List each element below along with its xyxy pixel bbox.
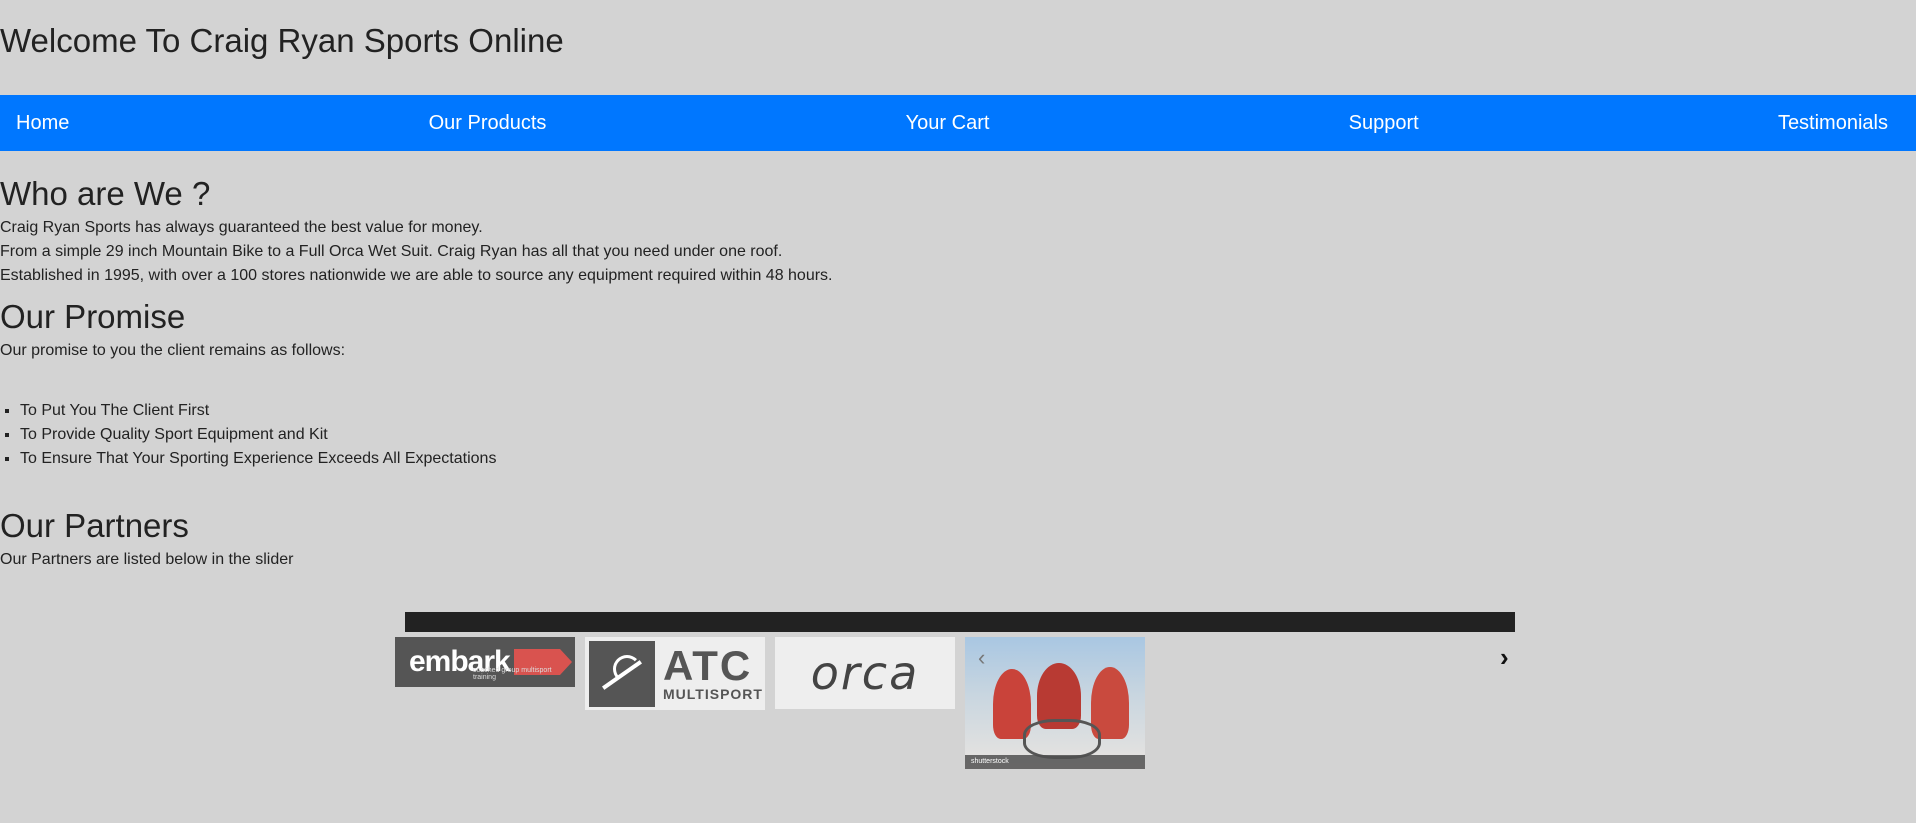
promise-item: To Ensure That Your Sporting Experience …: [20, 447, 1916, 471]
embark-logo-slide[interactable]: embark coached group multisport training: [395, 637, 575, 687]
who-line: From a simple 29 inch Mountain Bike to a…: [0, 243, 783, 260]
atc-logo-text: ATC: [663, 641, 753, 689]
who-line: Established in 1995, with over a 100 sto…: [0, 267, 833, 284]
orca-logo-slide[interactable]: orca: [775, 637, 955, 709]
slider-prev-icon[interactable]: ‹: [978, 645, 985, 671]
nav-your-cart[interactable]: Your Cart: [906, 112, 990, 135]
slider-next-icon[interactable]: ›: [1500, 644, 1509, 670]
promise-item: To Put You The Client First: [20, 399, 1916, 423]
nav-testimonials[interactable]: Testimonials: [1778, 112, 1888, 135]
promise-intro: Our promise to you the client remains as…: [0, 342, 346, 359]
our-partners-section: Our Partners Our Partners are listed bel…: [0, 507, 1916, 572]
partners-heading: Our Partners: [0, 507, 189, 544]
triathlon-photo-slide[interactable]: shutterstock: [965, 637, 1145, 769]
photo-watermark: shutterstock: [965, 755, 1145, 769]
who-line: Craig Ryan Sports has always guaranteed …: [0, 219, 483, 236]
main-content: Who are We ? Craig Ryan Sports has alway…: [0, 175, 1916, 572]
who-are-we-section: Who are We ? Craig Ryan Sports has alway…: [0, 175, 1916, 288]
nav-our-products[interactable]: Our Products: [429, 112, 547, 135]
atc-sub-text: MULTISPORT: [663, 685, 763, 702]
nav-support[interactable]: Support: [1349, 112, 1419, 135]
nav-home[interactable]: Home: [16, 112, 69, 135]
promise-heading: Our Promise: [0, 298, 186, 335]
atc-logo-text-group: ATC MULTISPORT: [663, 641, 763, 702]
embark-tagline: coached group multisport training: [473, 667, 552, 681]
bicycle-figure: [1023, 719, 1101, 759]
slider-top-bar: [405, 612, 1515, 632]
main-navbar: Home Our Products Your Cart Support Test…: [0, 95, 1916, 151]
page-title: Welcome To Craig Ryan Sports Online: [0, 22, 564, 59]
promise-list: To Put You The Client First To Provide Q…: [0, 399, 1916, 471]
orca-logo-text: orca: [810, 646, 920, 700]
partners-slider: embark coached group multisport training…: [0, 612, 1916, 782]
our-promise-section: Our Promise Our promise to you the clien…: [0, 298, 1916, 471]
atc-logo-slide[interactable]: ATC MULTISPORT: [585, 637, 765, 710]
partners-intro: Our Partners are listed below in the sli…: [0, 551, 294, 568]
page-header: Welcome To Craig Ryan Sports Online: [0, 0, 1916, 95]
who-heading: Who are We ?: [0, 175, 211, 212]
atc-runner-icon: [589, 640, 655, 707]
promise-item: To Provide Quality Sport Equipment and K…: [20, 423, 1916, 447]
